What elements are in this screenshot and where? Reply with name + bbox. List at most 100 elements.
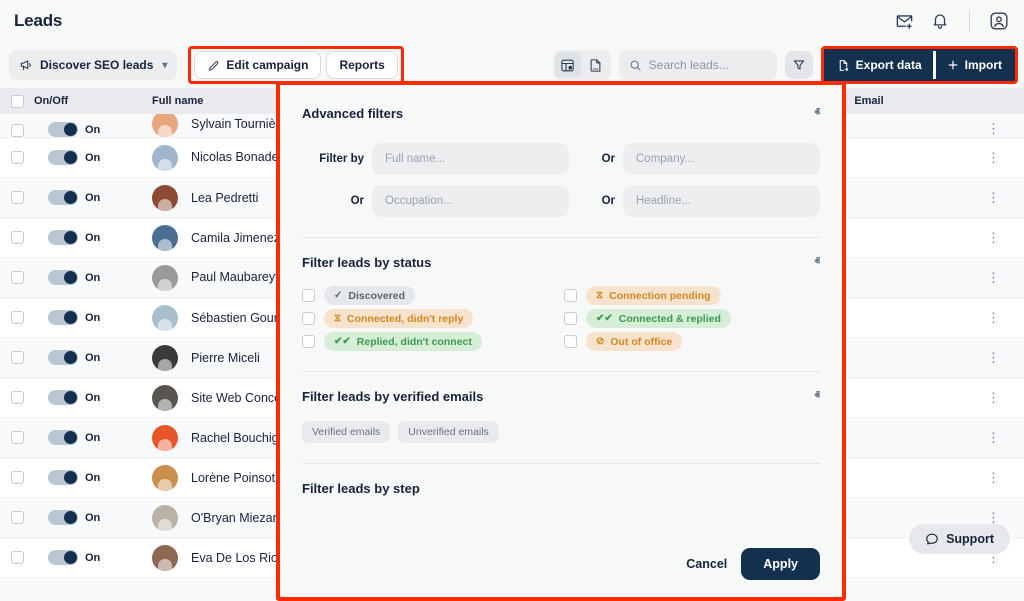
campaign-selector[interactable]: Discover SEO leads ▾ — [9, 50, 177, 80]
status-section-header[interactable]: Filter leads by status ⱏ — [302, 238, 820, 270]
status-option[interactable]: ⊘ Out of office — [564, 332, 820, 351]
search-box[interactable] — [619, 50, 777, 80]
row-checkbox[interactable] — [11, 431, 24, 444]
status-label: Replied, didn't connect — [357, 336, 472, 348]
verified-emails-section-header[interactable]: Filter leads by verified emails ⱏ — [302, 372, 820, 404]
avatar — [152, 265, 178, 291]
lead-toggle[interactable] — [48, 390, 78, 405]
verified-email-chip[interactable]: Unverified emails — [398, 421, 499, 443]
full-name-input[interactable] — [372, 143, 569, 175]
status-label: Connected & replied — [619, 313, 721, 325]
select-all-checkbox[interactable] — [11, 95, 24, 108]
lead-toggle[interactable] — [48, 122, 78, 137]
status-checkbox[interactable] — [564, 312, 577, 325]
chevron-up-icon: ⱏ — [815, 107, 820, 120]
status-badge: ⧖ Connected, didn't reply — [324, 309, 473, 328]
row-checkbox[interactable] — [11, 351, 24, 364]
more-vertical-icon[interactable]: ⋮ — [964, 390, 1024, 406]
cancel-button[interactable]: Cancel — [686, 557, 727, 571]
filter-label-2: Or — [577, 153, 615, 165]
avatar — [152, 345, 178, 371]
export-file-icon — [837, 59, 850, 72]
lead-toggle[interactable] — [48, 270, 78, 285]
row-checkbox[interactable] — [11, 551, 24, 564]
reports-button[interactable]: Reports — [326, 51, 397, 79]
lead-toggle[interactable] — [48, 310, 78, 325]
status-checkbox[interactable] — [564, 289, 577, 302]
mail-add-icon[interactable] — [893, 10, 915, 32]
status-checkbox[interactable] — [302, 335, 315, 348]
more-vertical-icon[interactable]: ⋮ — [964, 270, 1024, 286]
row-toggle-cell: On — [34, 390, 152, 405]
step-section-header[interactable]: Filter leads by step ⱟ — [302, 464, 820, 496]
row-checkbox[interactable] — [11, 124, 24, 137]
advanced-filters-title: Advanced filters — [302, 106, 403, 121]
edit-campaign-button[interactable]: Edit campaign — [194, 51, 321, 79]
toggle-state-label: On — [85, 124, 100, 136]
apply-button[interactable]: Apply — [741, 548, 820, 580]
verified-email-chip[interactable]: Verified emails — [302, 421, 390, 443]
occupation-input[interactable] — [372, 185, 569, 217]
more-vertical-icon[interactable]: ⋮ — [964, 190, 1024, 206]
advanced-filters-section-header[interactable]: Advanced filters ⱏ — [302, 85, 820, 121]
more-vertical-icon[interactable]: ⋮ — [964, 121, 1024, 137]
row-checkbox[interactable] — [11, 151, 24, 164]
row-checkbox[interactable] — [11, 271, 24, 284]
toggle-state-label: On — [85, 312, 100, 324]
export-data-button[interactable]: Export data — [826, 51, 933, 79]
table-settings-icon[interactable] — [555, 52, 581, 78]
toggle-state-label: On — [85, 432, 100, 444]
row-toggle-cell: On — [34, 510, 152, 525]
lead-toggle[interactable] — [48, 510, 78, 525]
toggle-state-label: On — [85, 392, 100, 404]
more-vertical-icon[interactable]: ⋮ — [964, 430, 1024, 446]
lead-toggle[interactable] — [48, 230, 78, 245]
toolbar-right: csv Search leads... Export data Import — [553, 46, 1024, 84]
lead-toggle[interactable] — [48, 470, 78, 485]
lead-toggle[interactable] — [48, 430, 78, 445]
pencil-icon — [207, 59, 220, 72]
row-select-cell — [0, 191, 34, 204]
edit-campaign-label: Edit campaign — [226, 58, 308, 72]
lead-toggle[interactable] — [48, 190, 78, 205]
bell-icon[interactable] — [929, 10, 951, 32]
headline-input[interactable] — [623, 185, 820, 217]
status-checkbox[interactable] — [302, 312, 315, 325]
status-option[interactable]: ✔✔ Replied, didn't connect — [302, 332, 558, 351]
status-option[interactable]: ⧖ Connection pending — [564, 286, 820, 305]
csv-file-icon[interactable]: csv — [583, 52, 609, 78]
row-checkbox[interactable] — [11, 231, 24, 244]
toggle-state-label: On — [85, 152, 100, 164]
export-label: Export data — [856, 58, 922, 72]
status-option[interactable]: ✔✔ Connected & replied — [564, 309, 820, 328]
status-checkbox[interactable] — [564, 335, 577, 348]
company-input[interactable] — [623, 143, 820, 175]
status-option[interactable]: ⧖ Connected, didn't reply — [302, 309, 558, 328]
row-checkbox[interactable] — [11, 311, 24, 324]
megaphone-icon — [19, 58, 33, 72]
row-checkbox[interactable] — [11, 471, 24, 484]
more-vertical-icon[interactable]: ⋮ — [964, 350, 1024, 366]
more-vertical-icon[interactable]: ⋮ — [964, 150, 1024, 166]
lead-toggle[interactable] — [48, 350, 78, 365]
import-button[interactable]: Import — [936, 51, 1013, 79]
more-vertical-icon[interactable]: ⋮ — [964, 310, 1024, 326]
more-vertical-icon[interactable]: ⋮ — [964, 230, 1024, 246]
search-input[interactable] — [649, 58, 767, 72]
status-option[interactable]: ✓ Discovered — [302, 286, 558, 305]
status-checkbox[interactable] — [302, 289, 315, 302]
row-checkbox[interactable] — [11, 191, 24, 204]
row-select-cell — [0, 231, 34, 244]
verified-emails-title: Filter leads by verified emails — [302, 389, 483, 404]
account-circle-icon[interactable] — [988, 10, 1010, 32]
lead-toggle[interactable] — [48, 550, 78, 565]
support-button[interactable]: Support — [909, 524, 1010, 554]
status-badge: ⊘ Out of office — [586, 332, 682, 351]
more-vertical-icon[interactable]: ⋮ — [964, 470, 1024, 486]
row-checkbox[interactable] — [11, 511, 24, 524]
lead-toggle[interactable] — [48, 150, 78, 165]
row-select-cell — [0, 471, 34, 484]
chevron-up-icon: ⱏ — [815, 390, 820, 403]
funnel-icon[interactable] — [785, 51, 813, 79]
row-checkbox[interactable] — [11, 391, 24, 404]
